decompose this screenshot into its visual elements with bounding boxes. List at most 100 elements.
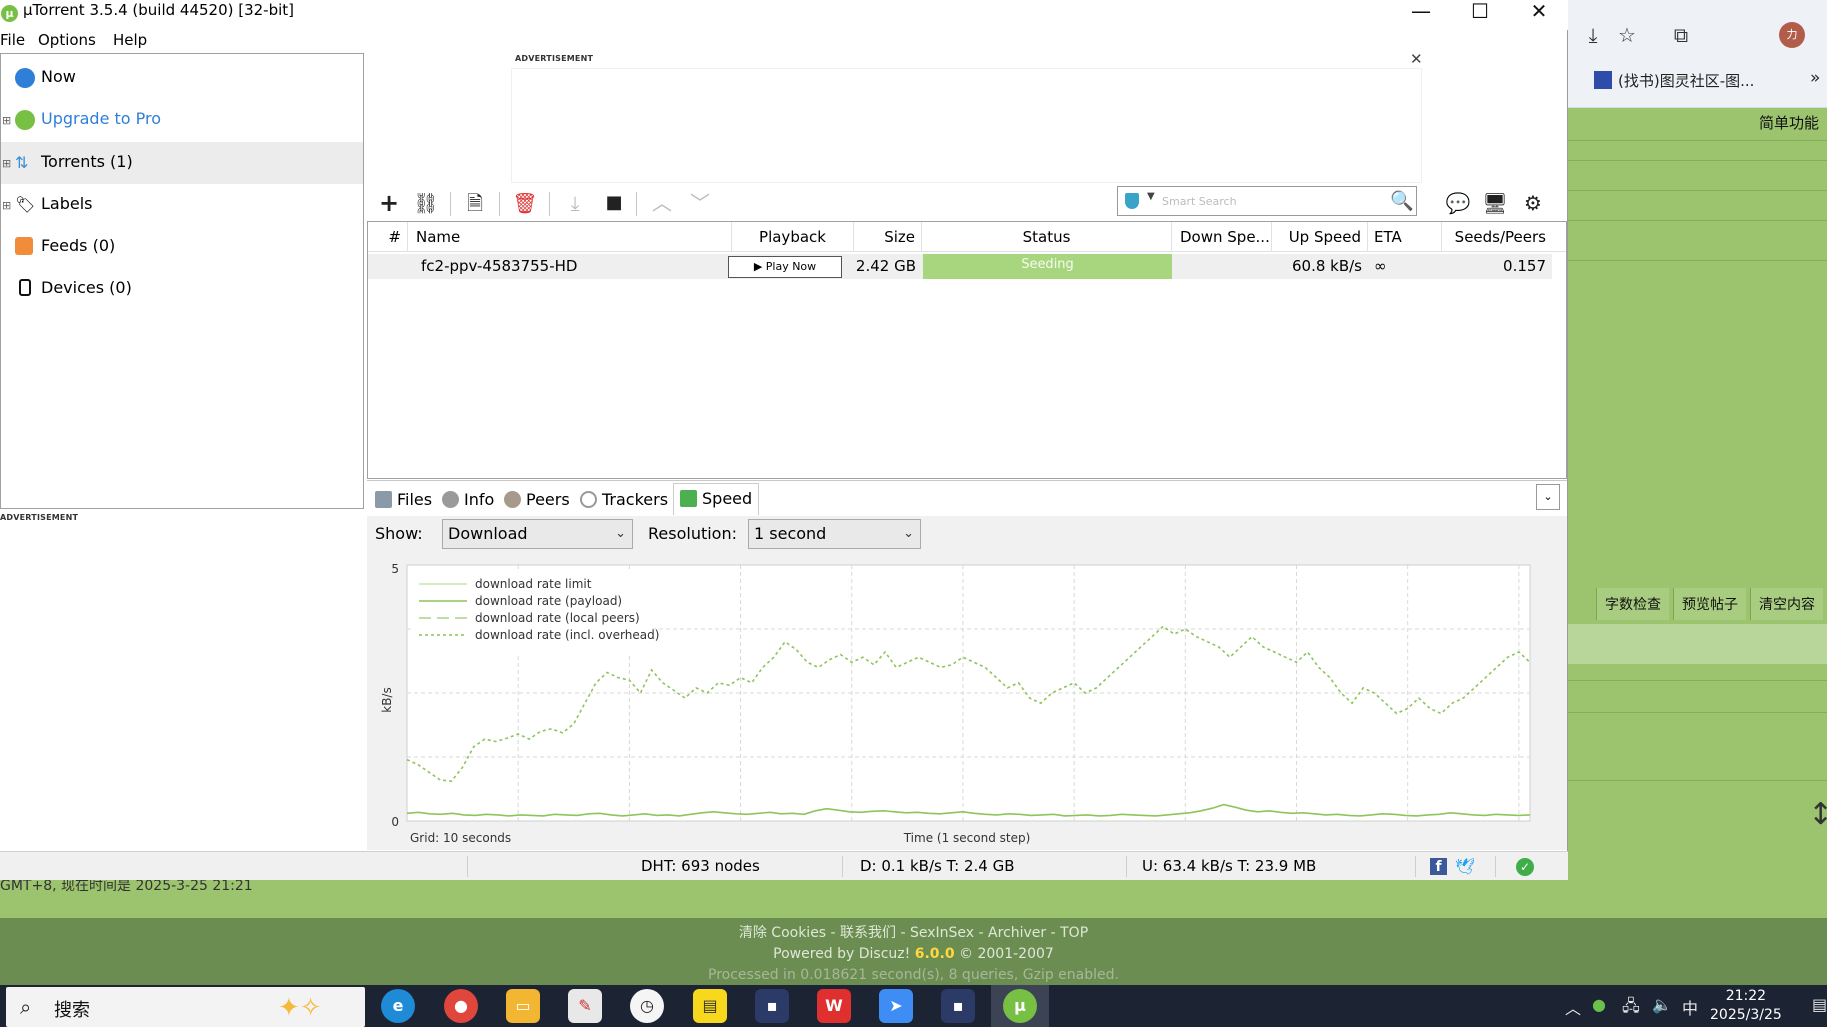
shield-icon[interactable] <box>1125 193 1139 209</box>
chrome-icon[interactable]: ● <box>444 989 478 1023</box>
stop-icon[interactable]: ■ <box>600 191 628 215</box>
twitter-icon[interactable]: 🕊 <box>1455 857 1475 876</box>
legend-label: download rate limit <box>475 577 592 591</box>
bookmarks-more-icon[interactable]: » <box>1810 68 1820 88</box>
bookmark-item[interactable]: (找书)图灵社区-图... <box>1594 70 1754 91</box>
sidebar-item-label: Feeds (0) <box>41 236 116 255</box>
profile-avatar[interactable]: 力 <box>1779 22 1805 48</box>
star-icon[interactable]: ☆ <box>1614 22 1640 48</box>
collapse-panel-button[interactable]: ⌄ <box>1536 484 1560 510</box>
search-icon[interactable]: 🔍 <box>1390 189 1414 212</box>
chat-icon[interactable]: 💬 <box>1444 191 1472 215</box>
chevron-down-icon: ⌄ <box>903 526 914 541</box>
taskbar-search[interactable]: ⌕ 搜索 ✦✧ <box>6 987 365 1027</box>
expand-icon[interactable]: ⊞ <box>2 200 11 211</box>
paint-icon[interactable]: ✎ <box>568 989 602 1023</box>
sidebar-item-labels[interactable]: ⊞ 🏷 Labels <box>1 184 363 226</box>
col-number[interactable]: # <box>368 222 408 252</box>
start-icon[interactable]: ⤓ <box>561 191 589 215</box>
sidebar-item-now[interactable]: Now <box>1 57 363 99</box>
show-select[interactable]: Download ⌄ <box>442 519 633 549</box>
tray-app-icon[interactable]: ● <box>1592 995 1606 1014</box>
menu-options[interactable]: Options <box>38 31 96 49</box>
feishu-icon[interactable]: ➤ <box>879 989 913 1023</box>
col-playback[interactable]: Playback <box>732 222 854 252</box>
upload-status[interactable]: U: 63.4 kB/s T: 23.9 MB <box>1142 857 1316 875</box>
footer-links[interactable]: 清除 Cookies - 联系我们 - SexInSex - Archiver … <box>0 923 1827 944</box>
taskbar-clock[interactable]: 21:22 2025/3/25 <box>1710 987 1782 1025</box>
clock-icon[interactable]: ◷ <box>630 989 664 1023</box>
sticky-notes-icon[interactable]: ▤ <box>693 989 727 1023</box>
status-badge: Seeding <box>923 254 1172 279</box>
col-size[interactable]: Size <box>854 222 922 252</box>
file-explorer-icon[interactable]: ▭ <box>506 989 540 1023</box>
sidebar-item-devices[interactable]: Devices (0) <box>1 268 363 310</box>
preview-post-button[interactable]: 预览帖子 <box>1673 588 1746 620</box>
extensions-icon[interactable]: ⧉ <box>1668 22 1694 48</box>
powered-suffix: © 2001-2007 <box>954 946 1054 962</box>
y-axis-label: kB/s <box>380 687 394 712</box>
sidebar-item-feeds[interactable]: Feeds (0) <box>1 226 363 268</box>
peers-icon <box>504 491 521 508</box>
tray-overflow-icon[interactable]: ︿ <box>1565 995 1581 1019</box>
menu-help[interactable]: Help <box>113 31 147 49</box>
sidebar-item-upgrade[interactable]: ⊞ Upgrade to Pro <box>1 99 363 141</box>
network-ok-icon[interactable]: ✓ <box>1516 858 1534 876</box>
menu-bar: File Options Help <box>0 30 1568 53</box>
table-row[interactable]: fc2-ppv-4583755-HD ▶ Play Now 2.42 GB Se… <box>368 254 1552 279</box>
clear-content-button[interactable]: 清空内容 <box>1750 588 1823 620</box>
edge-icon[interactable]: e <box>381 989 415 1023</box>
volume-icon[interactable]: 🔈 <box>1652 995 1672 1014</box>
device-icon <box>19 279 31 296</box>
facebook-icon[interactable]: f <box>1430 858 1447 875</box>
resolution-select[interactable]: 1 second ⌄ <box>748 519 921 549</box>
expand-icon[interactable]: ⊞ <box>2 158 11 169</box>
settings-icon[interactable]: ⚙ <box>1519 191 1547 215</box>
expand-icon[interactable]: ⊞ <box>2 115 11 126</box>
sidebar-item-torrents[interactable]: ⊞ ⇅ Torrents (1) <box>1 142 363 184</box>
sidebar-item-label: Devices (0) <box>41 278 132 297</box>
search-input[interactable] <box>1162 192 1382 210</box>
remove-icon[interactable]: 🗑 <box>511 191 539 215</box>
download-icon[interactable]: ⤓ <box>1580 22 1606 48</box>
copilot-sparkle-icon: ✦✧ <box>278 993 322 1023</box>
close-button[interactable]: ✕ <box>1510 0 1568 30</box>
menu-file[interactable]: File <box>0 31 25 49</box>
app-icon-2[interactable]: ▪ <box>941 989 975 1023</box>
play-now-button[interactable]: ▶ Play Now <box>728 256 842 278</box>
toolbar-separator <box>549 192 550 216</box>
download-status[interactable]: D: 0.1 kB/s T: 2.4 GB <box>860 857 1014 875</box>
tab-files[interactable]: Files <box>375 485 432 517</box>
col-down-speed[interactable]: Down Spe... <box>1172 222 1272 252</box>
col-up-speed[interactable]: Up Speed <box>1272 222 1368 252</box>
simple-mode-link[interactable]: 简单功能 <box>1759 112 1819 133</box>
col-status[interactable]: Status <box>922 222 1172 252</box>
col-name[interactable]: Name <box>408 222 732 252</box>
resize-arrows-icon[interactable]: ↕ <box>1808 800 1827 830</box>
tab-speed[interactable]: Speed <box>673 483 760 515</box>
move-down-icon[interactable]: ﹀ <box>686 191 714 215</box>
chevron-down-icon[interactable]: ▼ <box>1147 191 1155 202</box>
move-up-icon[interactable]: ︿ <box>648 191 676 215</box>
wps-icon[interactable]: W <box>817 989 851 1023</box>
title-bar[interactable]: µ µTorrent 3.5.4 (build 44520) [32-bit] … <box>0 0 1568 30</box>
tab-peers[interactable]: Peers <box>504 485 570 517</box>
ad-close-icon[interactable]: ✕ <box>1410 50 1423 68</box>
remote-icon[interactable]: 🖥 <box>1481 191 1509 215</box>
tab-info[interactable]: Info <box>442 485 494 517</box>
network-icon[interactable]: 🖧 <box>1622 995 1640 1022</box>
minimize-button[interactable]: — <box>1392 0 1450 30</box>
add-link-icon[interactable]: ⛓ <box>412 191 440 215</box>
app-icon[interactable]: ▪ <box>755 989 789 1023</box>
word-count-button[interactable]: 字数检查 <box>1596 588 1669 620</box>
add-torrent-icon[interactable]: + <box>375 191 403 215</box>
legend-label: download rate (payload) <box>475 594 622 608</box>
ime-indicator[interactable]: 中 <box>1682 995 1698 1019</box>
notifications-icon[interactable]: ▤ <box>1812 995 1827 1014</box>
utorrent-icon[interactable]: µ <box>1003 989 1037 1023</box>
col-seeds-peers[interactable]: Seeds/Peers <box>1442 222 1552 252</box>
tab-trackers[interactable]: Trackers <box>580 485 668 517</box>
col-eta[interactable]: ETA <box>1368 222 1442 252</box>
create-torrent-icon[interactable]: 🗎 <box>461 191 489 215</box>
maximize-button[interactable]: ☐ <box>1451 0 1509 30</box>
